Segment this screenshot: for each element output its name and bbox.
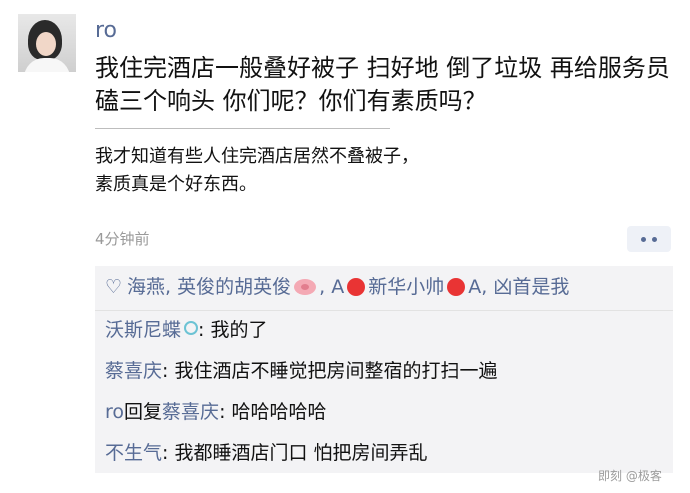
like-user[interactable]: 凶首是我 (493, 276, 569, 298)
quoted-text: 我才知道有些人住完酒店居然不叠被子，素质真是个好东西。 (95, 146, 419, 195)
reply-word: 回复 (124, 401, 163, 423)
comment-text: 哈哈哈哈哈 (231, 401, 327, 423)
post-text: 我住完酒店一般叠好被子 扫好地 倒了垃圾 再给服务员磕三个响头 你们呢？你们有素… (95, 54, 670, 115)
likes-row: ♡ 海燕, 英俊的胡英俊, A 新华小帅 A, 凶首是我 (105, 276, 570, 298)
comment[interactable]: 沃斯尼蝶: 我的了 (105, 316, 267, 344)
post-time: 4分钟前 (95, 230, 150, 248)
like-user[interactable]: 新华小帅 (368, 276, 444, 298)
like-user[interactable]: A (468, 276, 481, 298)
heart-icon: ♡ (105, 276, 123, 298)
comment-user[interactable]: 不生气 (105, 442, 162, 464)
separator (95, 310, 673, 311)
comment-text: 我都睡酒店门口 怕把房间弄乱 (174, 442, 428, 464)
pig-icon (294, 279, 317, 295)
divider (95, 128, 390, 129)
comment-user[interactable]: 沃斯尼蝶 (105, 319, 181, 341)
likes-comments-panel: ♡ 海燕, 英俊的胡英俊, A 新华小帅 A, 凶首是我 沃斯尼蝶: 我的了 蔡喜庆:… (95, 266, 673, 473)
comment[interactable]: 不生气: 我都睡酒店门口 怕把房间弄乱 (105, 439, 428, 467)
comment-text: 我的了 (210, 319, 268, 341)
post-username[interactable]: ro (95, 18, 117, 43)
more-options-button[interactable] (627, 226, 671, 252)
comment[interactable]: ro回复蔡喜庆: 哈哈哈哈哈 (105, 398, 327, 426)
ring-icon (184, 321, 199, 335)
avatar[interactable] (18, 14, 76, 72)
like-user[interactable]: 海燕 (127, 276, 165, 298)
comment-user[interactable]: ro (105, 401, 124, 423)
comment-user[interactable]: 蔡喜庆 (105, 360, 162, 382)
reply-to-user[interactable]: 蔡喜庆 (162, 401, 219, 423)
red-dot-icon (447, 278, 466, 296)
like-user[interactable]: A (331, 276, 344, 298)
like-user[interactable]: 英俊的胡英俊 (177, 276, 291, 298)
comment-text: 我住酒店不睡觉把房间整宿的打扫一遍 (174, 360, 498, 382)
comment[interactable]: 蔡喜庆: 我住酒店不睡觉把房间整宿的打扫一遍 (105, 357, 497, 385)
red-dot-icon (347, 278, 366, 296)
watermark: 即刻 @极客 (598, 469, 662, 483)
